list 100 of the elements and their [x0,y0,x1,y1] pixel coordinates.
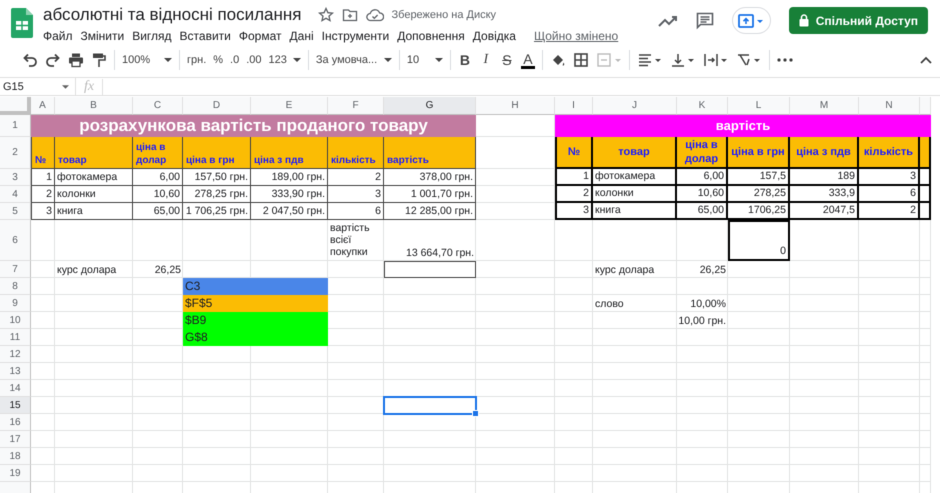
save-status: Збережено на Диску [392,9,496,21]
trend-icon[interactable] [658,14,678,28]
text-wrap-icon[interactable] [702,52,729,68]
table-cell: 1 706,25 грн. [183,203,251,220]
column-header[interactable]: F [328,97,384,115]
row-header[interactable]: 16 [0,414,31,431]
column-header[interactable]: A [31,97,55,115]
lock-icon [798,14,809,27]
column-header[interactable]: D [183,97,251,115]
comment-icon[interactable] [696,12,714,30]
number-format-dropdown[interactable]: 123 [268,54,301,66]
row-header[interactable]: 10 [0,312,31,329]
row-header[interactable]: 12 [0,346,31,363]
table-cell: колонки [593,186,677,203]
column-header[interactable]: I [555,97,593,115]
column-header[interactable]: B [55,97,133,115]
spreadsheet-logo-icon[interactable] [11,8,33,38]
table-title: розрахункова вартість проданого товару [31,115,476,137]
table-cell: 2 [328,169,384,186]
text-rotation-icon[interactable] [736,52,762,68]
row-header[interactable]: 6 [0,220,31,261]
column-header[interactable]: G [384,97,476,115]
selected-cell[interactable] [383,396,477,415]
row-header[interactable]: 4 [0,186,31,203]
row-header[interactable]: 9 [0,295,31,312]
increase-decimals-button[interactable]: .00 [246,54,262,66]
row-header[interactable]: 3 [0,169,31,186]
paint-format-icon[interactable] [91,52,107,68]
text-color-button[interactable]: A [520,52,535,68]
table-cell: книга [593,203,677,220]
total-label: вартість всієї покупки [329,221,371,260]
menu-item[interactable]: Файл [43,29,73,43]
currency-format-button[interactable]: грн. [187,54,206,66]
strikethrough-button[interactable]: S [500,52,514,68]
collapse-icon[interactable] [920,56,932,64]
column-header[interactable]: M [790,97,859,115]
table-cell: 10,60 [133,186,183,203]
undo-icon[interactable] [22,52,38,68]
share-button[interactable]: Спільний Доступ [788,7,928,34]
column-heading: кількість [859,137,920,169]
row-header[interactable]: 5 [0,203,31,220]
table-cell: 65,00 [677,203,728,220]
present-button[interactable] [732,7,771,34]
redo-icon[interactable] [45,52,61,68]
table-cell: 12 285,00 грн. [384,203,476,220]
table-cell: 2 [31,186,55,203]
row-header[interactable]: 19 [0,465,31,482]
column-header[interactable]: J [593,97,677,115]
table-cell: 1 001,70 грн. [384,186,476,203]
align-bottom-icon[interactable] [670,52,696,68]
merge-cells-icon[interactable] [596,52,622,68]
column-header[interactable]: L [728,97,790,115]
column-header[interactable]: K [677,97,728,115]
menu-item[interactable]: Дані [290,29,314,43]
folder-icon[interactable] [342,7,358,23]
table-cell [920,186,931,203]
menu-item[interactable]: Вигляд [132,29,172,43]
document-title[interactable]: абсолютні та відносні посилання [43,5,302,25]
align-left-icon[interactable] [636,52,663,68]
font-size-dropdown[interactable]: 10 [406,54,443,66]
last-edit-link[interactable]: Щойно змінено [534,29,618,43]
borders-icon[interactable] [572,52,589,68]
star-icon[interactable] [318,7,334,23]
row-header[interactable]: 13 [0,363,31,380]
percent-format-button[interactable]: % [213,54,224,66]
row-header[interactable]: 15 [0,397,31,414]
table-cell: фотокамера [55,169,133,186]
row-header[interactable]: 14 [0,380,31,397]
row-header[interactable]: 7 [0,261,31,278]
row-header[interactable]: 8 [0,278,31,295]
zoom-dropdown[interactable]: 100% [122,54,172,66]
column-header[interactable]: H [476,97,555,115]
row-header[interactable]: 11 [0,329,31,346]
percent-value: 10,00% [689,297,727,312]
menu-item[interactable]: Довідка [472,29,516,43]
menu-item[interactable]: Інструменти [322,29,390,43]
more-icon[interactable] [776,58,793,62]
menu-item[interactable]: Змінити [80,29,124,43]
row-header[interactable]: 17 [0,431,31,448]
column-header[interactable]: N [859,97,920,115]
column-heading: № [555,137,593,169]
column-header[interactable]: E [251,97,328,115]
menu-item[interactable]: Доповнення [397,29,465,43]
column-heading: ціна в грн [183,137,251,169]
font-dropdown[interactable]: За умовча... [316,54,392,66]
table-cell: 378,00 грн. [384,169,476,186]
table-cell: 3 [555,203,593,220]
menu-item[interactable]: Вставити [180,29,231,43]
bold-button[interactable]: B [458,52,472,68]
name-box[interactable]: G15 [0,78,76,95]
row-header[interactable]: 1 [0,115,31,137]
table-cell: 333,9 [790,186,859,203]
row-header[interactable]: 2 [0,137,31,169]
menu-item[interactable]: Формат [238,29,282,43]
column-header[interactable]: C [133,97,183,115]
row-header[interactable]: 18 [0,448,31,465]
italic-button[interactable]: I [478,52,493,68]
decrease-decimals-button[interactable]: .0 [230,54,240,66]
print-icon[interactable] [68,52,84,68]
table-cell: колонки [55,186,133,203]
